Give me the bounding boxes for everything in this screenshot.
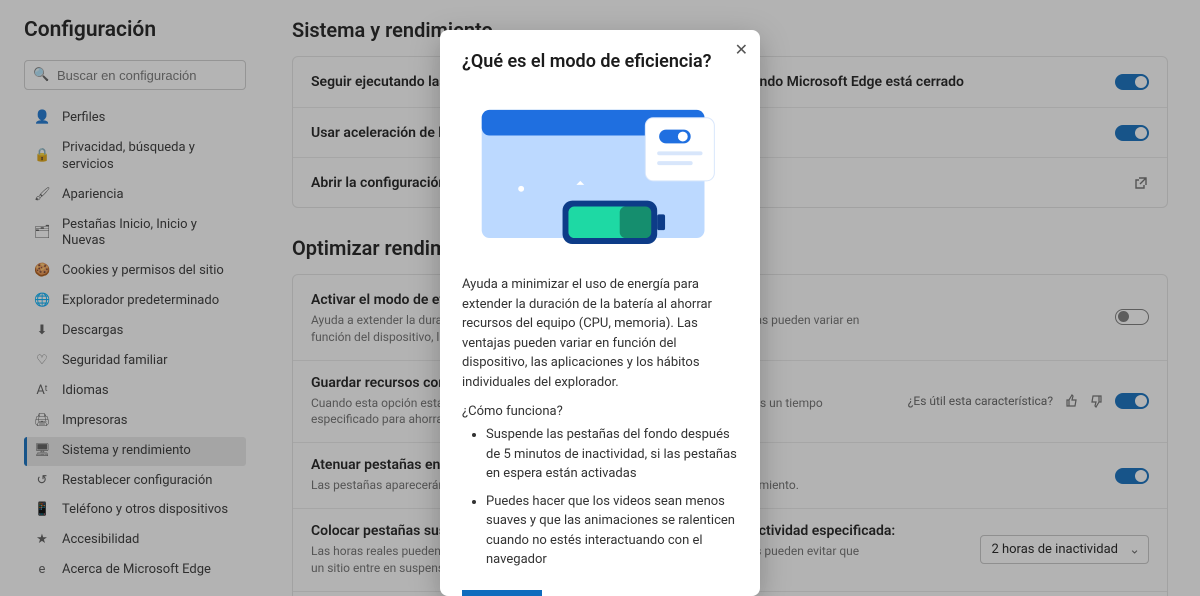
efficiency-modal: ✕ ¿Qué es el modo de eficiencia? Ayuda a… [440,30,760,596]
modal-body: Ayuda a minimizar el uso de energía para… [462,275,738,392]
modal-overlay[interactable]: ✕ ¿Qué es el modo de eficiencia? Ayuda a… [0,0,1200,596]
modal-title: ¿Qué es el modo de eficiencia? [462,50,738,73]
modal-how-label: ¿Cómo funciona? [462,404,738,419]
modal-bullet: Suspende las pestañas del fondo después … [486,425,738,484]
efficiency-illustration [462,93,738,253]
modal-bullet-list: Suspende las pestañas del fondo después … [462,425,738,570]
close-button[interactable]: ✕ [735,40,748,60]
modal-bullet: Puedes hacer que los videos sean menos s… [486,492,738,570]
modal-progress-bar [462,590,542,596]
